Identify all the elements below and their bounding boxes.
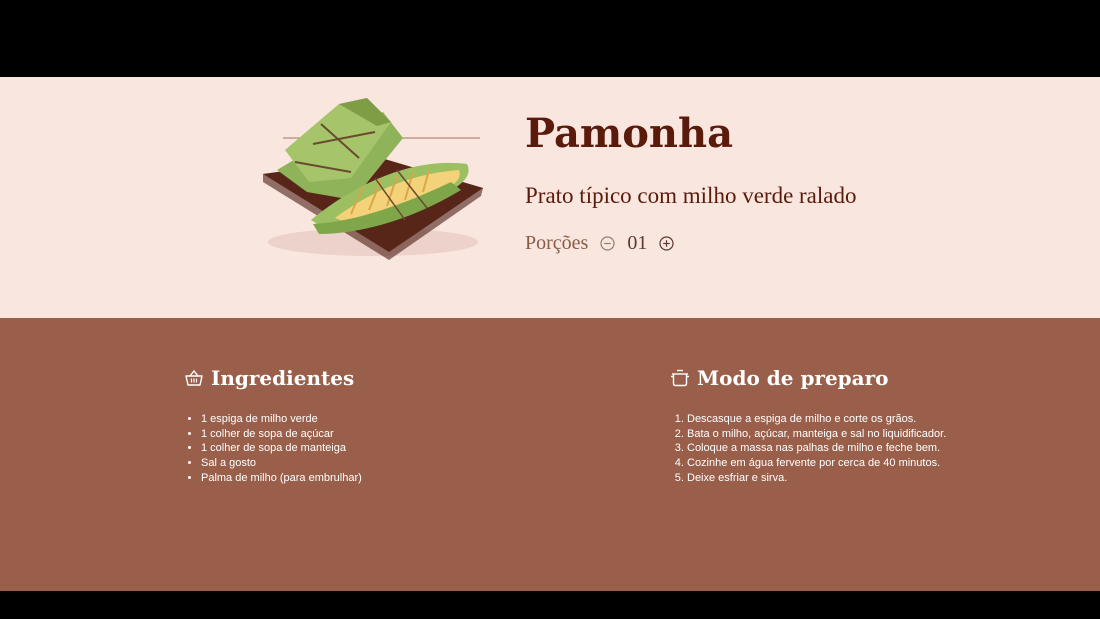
- pamonha-illustration: [255, 92, 487, 264]
- servings-count: 01: [627, 231, 648, 254]
- ingredient-item: 1 colher de sopa de açúcar: [201, 427, 362, 442]
- ingredient-item: 1 espiga de milho verde: [201, 412, 362, 427]
- servings-label: Porções: [525, 231, 589, 254]
- ingredients-header: Ingredientes: [184, 363, 354, 393]
- preparation-step: Coloque a massa nas palhas de milho e fe…: [687, 441, 946, 456]
- recipe-title: Pamonha: [525, 110, 734, 157]
- preparation-header: Modo de preparo: [670, 363, 889, 393]
- preparation-title: Modo de preparo: [697, 366, 889, 390]
- minus-circle-icon[interactable]: [600, 235, 615, 251]
- letterbox-top: [0, 0, 1100, 77]
- basket-icon: [184, 368, 204, 388]
- ingredient-item: Sal a gosto: [201, 456, 362, 471]
- plus-circle-icon[interactable]: [659, 235, 674, 251]
- preparation-step: Cozinhe em água fervente por cerca de 40…: [687, 456, 946, 471]
- preparation-steps: Descasque a espiga de milho e corte os g…: [670, 412, 946, 486]
- servings-control: Porções 01: [525, 229, 674, 257]
- preparation-step: Deixe esfriar e sirva.: [687, 471, 946, 486]
- ingredient-item: Palma de milho (para embrulhar): [201, 471, 362, 486]
- letterbox-bottom: [0, 591, 1100, 619]
- recipe-subtitle: Prato típico com milho verde ralado: [525, 183, 857, 208]
- ingredients-list: 1 espiga de milho verde 1 colher de sopa…: [184, 412, 362, 486]
- preparation-step: Descasque a espiga de milho e corte os g…: [687, 412, 946, 427]
- ingredients-title: Ingredientes: [211, 366, 355, 390]
- preparation-step: Bata o milho, açúcar, manteiga e sal no …: [687, 427, 946, 442]
- ingredient-item: 1 colher de sopa de manteiga: [201, 441, 362, 456]
- cooking-pot-icon: [670, 368, 690, 388]
